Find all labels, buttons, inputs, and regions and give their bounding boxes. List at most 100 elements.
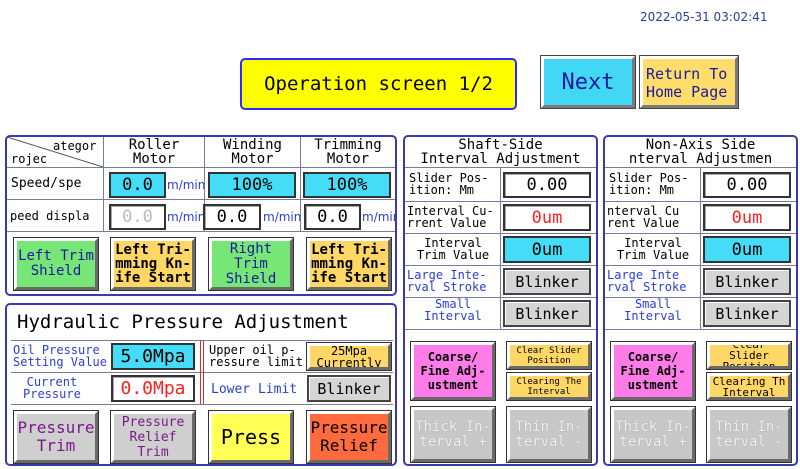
nonaxis-thin-line1: Thin In-: [715, 418, 783, 435]
shaft-thin-line1: Thin In-: [515, 418, 583, 435]
shaft-thick-line1: Thick In-: [415, 418, 491, 435]
nonaxis-trim-label: Interval Trim Value: [607, 237, 699, 261]
nonaxis-clear-slider-button[interactable]: Clear Slider Position: [707, 342, 791, 369]
winding-display-unit: m/min: [263, 210, 302, 224]
shaft-coarse-line2: Fine Adj-: [420, 364, 486, 378]
col-roller-line1: Roller: [128, 137, 180, 153]
nonaxis-large-stroke-indicator: Blinker: [703, 268, 791, 295]
pressure-trim-button[interactable]: Pressure Trim: [14, 411, 98, 463]
col-winding-line1: Winding: [222, 137, 282, 153]
pressure-relief-trim-line1: Pressure: [121, 414, 185, 430]
nonaxis-thin-interval-button[interactable]: Thin In-terval -: [707, 407, 791, 462]
nonaxis-coarse-fine-button[interactable]: Coarse/Fine Adj-ustment: [611, 342, 695, 400]
shaft-small-label: Small Interval: [407, 298, 499, 322]
right-trim-shield-button[interactable]: Right Trim Shield: [209, 238, 293, 290]
right-trim-shield-line1: Right Trim: [229, 240, 273, 272]
shaft-side-panel: Shaft-Side Interval Adjustment Slider Pos…: [403, 135, 598, 466]
nonaxis-small-line2: Interval: [624, 309, 682, 323]
next-button-label: Next: [561, 69, 615, 95]
left-knife2-line2: mming Kn-: [311, 256, 387, 272]
corner-category-label: ategor: [53, 139, 97, 153]
nonaxis-clearing-interval-button[interactable]: Clearing Th Interval: [707, 373, 791, 400]
motor-panel: ategor rojec Roller Motor Winding Motor Tr…: [5, 135, 397, 296]
lower-limit-label: Lower Limit: [211, 382, 298, 397]
col-winding-line2: Motor: [231, 151, 274, 167]
nonaxis-slider-line2: ition: Mm: [609, 183, 675, 196]
shaft-thick-interval-button[interactable]: Thick In-terval +: [411, 407, 495, 462]
shaft-trim-label: Interval Trim Value: [407, 237, 499, 261]
return-home-line2: Home Page: [646, 83, 728, 101]
oil-pressure-label: Oil Pressure Setting Value: [13, 344, 107, 368]
shaft-coarse-fine-button[interactable]: Coarse/Fine Adj-ustment: [411, 342, 495, 400]
shaft-trim-input[interactable]: 0um: [503, 236, 591, 263]
nonaxis-coarse-line3: ustment: [627, 378, 679, 392]
roller-speed-input[interactable]: 0.0: [109, 172, 166, 198]
shaft-current-label: Interval Cu-rrent Value: [407, 205, 499, 229]
shaft-title-line1: Shaft-Side: [458, 137, 543, 153]
pressure-relief-trim-button[interactable]: Pressure Relief Trim: [111, 411, 195, 463]
shaft-current-line2: rrent Value: [407, 216, 487, 229]
left-trim-shield-line1: Left Trim: [18, 248, 94, 264]
shaft-small-interval-indicator: Blinker: [503, 300, 591, 327]
oil-pressure-line2: Setting Value: [13, 355, 107, 369]
shaft-clearing-line1: Clearing The: [516, 376, 582, 387]
nonaxis-title-line2: nterval Adjustmen: [628, 151, 773, 166]
roller-display-value: 0.0: [109, 204, 166, 230]
roller-display-unit: m/min: [167, 210, 206, 224]
shaft-clearing-interval-button[interactable]: Clearing The Interval: [507, 373, 591, 400]
pressure-relief-button[interactable]: Pressure Relief: [307, 411, 391, 463]
col-roller-motor: Roller Motor: [104, 138, 204, 166]
shaft-clear-line1: Clear Slider: [516, 345, 582, 356]
trimming-display-unit: m/min: [362, 210, 395, 224]
nonaxis-coarse-line2: Fine Adj-: [620, 364, 686, 378]
winding-speed-input[interactable]: 100%: [208, 172, 296, 198]
shaft-thin-interval-button[interactable]: Thin In-terval -: [507, 407, 591, 462]
col-trimming-line1: Trimming: [314, 137, 382, 153]
shaft-clear-slider-button[interactable]: Clear Slider Position: [507, 342, 591, 369]
roller-speed-unit: m/min: [167, 178, 206, 192]
left-knife-line2: mming Kn-: [115, 256, 191, 272]
press-button-label: Press: [220, 425, 282, 449]
shaft-large-line2: rval Stroke: [407, 280, 487, 293]
left-trimming-knife-start-button-2[interactable]: Left Tri-mming Kn-ife Start: [307, 238, 391, 290]
press-button[interactable]: Press: [209, 411, 293, 463]
nonaxis-title-line1: Non-Axis Side: [645, 138, 756, 153]
left-trim-shield-button[interactable]: Left Trim Shield: [14, 238, 98, 290]
upper-limit-value[interactable]: 25Mpa Currently: [307, 343, 391, 370]
current-pressure-line2: Pressure: [23, 387, 81, 401]
nonaxis-thick-interval-button[interactable]: Thick In-terval +: [611, 407, 695, 462]
nonaxis-current-line2: rent Value: [607, 216, 680, 229]
left-knife-line1: Left Tri-: [115, 242, 191, 258]
current-pressure-label: Current Pressure: [23, 376, 81, 400]
trimming-speed-input[interactable]: 100%: [303, 172, 391, 198]
hydraulic-title: Hydraulic Pressure Adjustment: [17, 311, 349, 333]
nonaxis-clearing-line2: Interval: [722, 385, 776, 399]
nonaxis-thin-line2: terval -: [715, 433, 783, 450]
nonaxis-trim-input[interactable]: 0um: [703, 236, 791, 263]
nonaxis-coarse-line1: Coarse/: [627, 350, 679, 364]
current-pressure-value: 0.0Mpa: [111, 375, 195, 402]
left-knife-line3: ife Start: [115, 270, 191, 286]
shaft-slider-label: Slider Pos-ition: Mm: [409, 172, 499, 196]
shaft-coarse-line1: Coarse/: [427, 350, 479, 364]
nonaxis-current-value: 0um: [703, 204, 791, 231]
shaft-thick-line2: terval +: [419, 433, 487, 450]
shaft-large-label: Large Inte-rval Stroke: [407, 269, 499, 293]
nonaxis-trim-line2: Trim Value: [616, 248, 690, 262]
oil-pressure-input[interactable]: 5.0Mpa: [111, 343, 195, 370]
page-title: Operation screen 1/2: [240, 58, 517, 110]
nonaxis-clear-line1: Clear Slider: [729, 342, 769, 362]
non-axis-panel: Non-Axis Side nterval Adjustmen Slider Po…: [603, 135, 798, 466]
winding-display-value: 0.0: [203, 204, 261, 230]
shaft-coarse-line3: ustment: [427, 378, 479, 392]
left-trim-shield-line2: Shield: [30, 263, 82, 279]
pressure-relief-line2: Relief: [320, 436, 378, 455]
shaft-small-line2: Interval: [424, 309, 482, 323]
shaft-current-value: 0um: [503, 204, 591, 231]
return-home-button[interactable]: Return To Home Page: [640, 56, 738, 108]
hydraulic-divider: [200, 340, 204, 404]
shaft-clearing-line2: Interval: [527, 386, 571, 397]
next-button[interactable]: Next: [541, 56, 635, 108]
left-trimming-knife-start-button[interactable]: Left Tri-mming Kn-ife Start: [111, 238, 195, 290]
pressure-relief-trim-line2: Relief Trim: [129, 429, 177, 460]
